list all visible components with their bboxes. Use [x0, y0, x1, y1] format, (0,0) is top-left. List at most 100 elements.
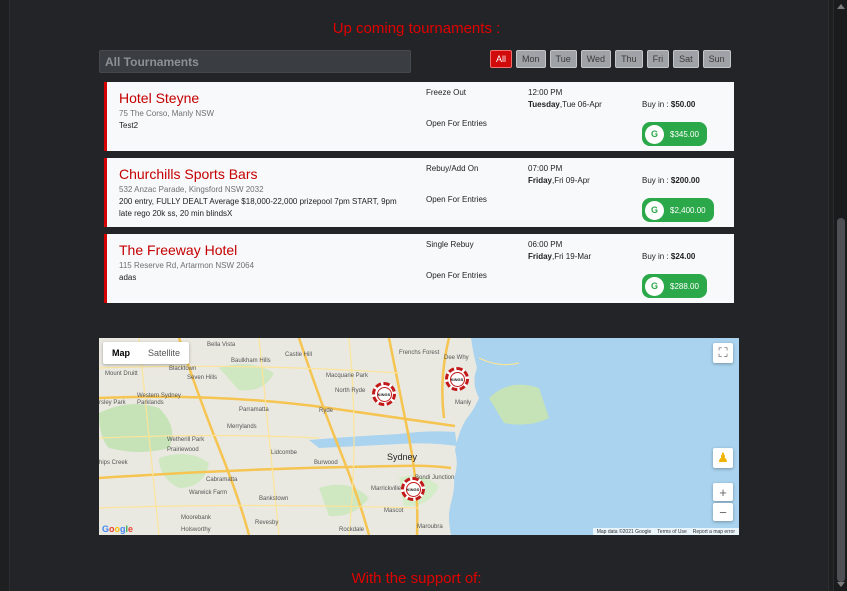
day-filter-tue[interactable]: Tue: [549, 50, 577, 68]
scroll-up-arrow-icon[interactable]: [837, 4, 845, 9]
zoom-in-icon[interactable]: +: [713, 483, 733, 501]
map-label-wetherill-park: Wetherill Park: [167, 437, 205, 443]
tournament-card[interactable]: Hotel Steyne 75 The Corso, Manly NSW Tes…: [104, 82, 734, 151]
prize-pool-button[interactable]: G $345.00: [642, 122, 707, 146]
tournament-description: adas: [119, 273, 137, 282]
map-footer: Map data ©2021 Google Terms of Use Repor…: [592, 528, 739, 535]
fullscreen-icon[interactable]: ⛶: [713, 343, 733, 363]
report-map-error-link[interactable]: Report a map error: [693, 529, 735, 535]
map-label-revesby: Revesby: [255, 520, 279, 526]
tournament-time: 07:00 PM: [528, 164, 563, 173]
map-label-lidcombe: Lidcombe: [271, 450, 298, 456]
map-label-frenchs-forest: Frenchs Forest: [399, 350, 440, 356]
day-filter-sun[interactable]: Sun: [702, 50, 731, 68]
venue-map[interactable]: Castle Hill Bella Vista Baulkham Hills F…: [99, 338, 739, 535]
day-filter-fri[interactable]: Fri: [646, 50, 670, 68]
buy-in: Buy in : $50.00: [642, 100, 695, 109]
buy-in: Buy in : $200.00: [642, 176, 700, 185]
map-data-credit: Map data ©2021 Google: [596, 528, 652, 535]
map-label-merrylands: Merrylands: [227, 424, 257, 430]
scroll-thumb[interactable]: [837, 218, 845, 582]
buy-in-label: Buy in :: [642, 176, 671, 185]
map-label-bankstown: Bankstown: [259, 496, 289, 502]
tournament-day: Tuesday: [528, 100, 560, 109]
marker-label: KINGS: [449, 371, 465, 387]
map-label-warwick-farm: Warwick Farm: [189, 490, 228, 496]
tournament-time: 06:00 PM: [528, 240, 563, 249]
map-label-parramatta: Parramatta: [239, 407, 269, 413]
pegman-icon[interactable]: ♟: [713, 448, 733, 468]
google-logo: Google: [102, 524, 134, 534]
tournament-status: Open For Entries: [426, 119, 487, 128]
tournament-date-text: ,Fri 19-Mar: [552, 252, 592, 261]
tournament-search-input[interactable]: [99, 50, 411, 73]
day-filter-all[interactable]: All: [490, 50, 513, 68]
map-label-dee-why: Dee Why: [444, 355, 469, 361]
scroll-down-arrow-icon[interactable]: [837, 582, 845, 587]
venue-address: 75 The Corso, Manly NSW: [119, 109, 214, 118]
tournament-date: Tuesday,Tue 06-Apr: [528, 100, 602, 109]
map-label-castle-hill: Castle Hill: [285, 352, 313, 358]
map-label-mascot: Mascot: [384, 508, 404, 514]
marker-label: KINGS: [405, 481, 421, 497]
map-label-rockdale: Rockdale: [339, 527, 365, 533]
map-label-seven-hills: Seven Hills: [187, 375, 218, 381]
prize-pool-value: $2,400.00: [670, 205, 706, 215]
prize-pool-value: $288.00: [670, 281, 699, 291]
map-label-hips-creek: hips Creek: [99, 460, 128, 466]
tournament-type: Single Rebuy: [426, 240, 474, 249]
tournament-type: Freeze Out: [426, 88, 467, 97]
venue-address: 115 Reserve Rd, Artarmon NSW 2064: [119, 261, 255, 270]
map-label-holsworthy: Holsworthy: [181, 527, 211, 533]
venue-marker-icon[interactable]: KINGS: [372, 382, 396, 406]
tournament-date: Friday,Fri 19-Mar: [528, 252, 591, 261]
map-label-mount-druitt: Mount Druitt: [105, 371, 138, 377]
tournament-status: Open For Entries: [426, 195, 487, 204]
map-label-cabramatta: Cabramatta: [206, 477, 238, 483]
map-label-bella-vista: Bella Vista: [207, 342, 236, 348]
map-label-blacktown: Blacktown: [169, 366, 197, 372]
map-label-moorebank: Moorebank: [181, 515, 212, 521]
venue-marker-icon[interactable]: KINGS: [445, 367, 469, 391]
map-type-map-button[interactable]: Map: [103, 342, 139, 364]
venue-name[interactable]: The Freeway Hotel: [119, 242, 237, 258]
day-filter-wed[interactable]: Wed: [580, 50, 612, 68]
buy-in-value: $200.00: [670, 176, 700, 185]
tournament-date-text: ,Tue 06-Apr: [559, 100, 602, 109]
guarantee-icon: G: [645, 200, 664, 220]
guarantee-icon: G: [645, 124, 664, 144]
prize-pool-button[interactable]: G $2,400.00: [642, 198, 714, 222]
guarantee-icon: G: [645, 276, 664, 296]
map-label-horsley-park: rsley Park: [99, 400, 126, 406]
tournament-card[interactable]: Churchills Sports Bars 532 Anzac Parade,…: [104, 158, 734, 227]
buy-in-label: Buy in :: [642, 100, 671, 109]
day-filter-group: All Mon Tue Wed Thu Fri Sat Sun: [490, 50, 731, 68]
marker-label: KINGS: [376, 386, 392, 402]
map-label-western-sydney-parklands: Western Sydney Parklands: [137, 393, 181, 406]
venue-name[interactable]: Hotel Steyne: [119, 90, 199, 106]
map-label-marrickville: Marrickville: [371, 486, 401, 492]
support-heading: With the support of:: [351, 570, 482, 587]
map-type-control: Map Satellite: [103, 342, 190, 364]
tournament-day: Friday: [528, 176, 553, 185]
map-label-macquarie-park: Macquarie Park: [326, 373, 369, 379]
terms-of-use-link[interactable]: Terms of Use: [657, 529, 686, 535]
venue-marker-icon[interactable]: KINGS: [401, 477, 425, 501]
map-label-north-ryde: North Ryde: [335, 388, 366, 394]
tournament-status: Open For Entries: [426, 271, 487, 280]
buy-in-label: Buy in :: [642, 252, 671, 261]
map-label-manly: Manly: [455, 400, 472, 406]
day-filter-sat[interactable]: Sat: [673, 50, 699, 68]
map-type-satellite-button[interactable]: Satellite: [139, 342, 189, 364]
day-filter-mon[interactable]: Mon: [516, 50, 546, 68]
buy-in-value: $24.00: [670, 252, 696, 261]
venue-name[interactable]: Churchills Sports Bars: [119, 166, 258, 182]
prize-pool-button[interactable]: G $288.00: [642, 274, 707, 298]
vertical-scrollbar[interactable]: [833, 0, 847, 591]
day-filter-thu[interactable]: Thu: [615, 50, 643, 68]
zoom-out-icon[interactable]: −: [713, 503, 733, 521]
tournament-card[interactable]: The Freeway Hotel 115 Reserve Rd, Artarm…: [104, 234, 734, 303]
prize-pool-value: $345.00: [670, 129, 699, 139]
venue-address: 532 Anzac Parade, Kingsford NSW 2032: [119, 185, 264, 194]
buy-in-value: $50.00: [670, 100, 696, 109]
